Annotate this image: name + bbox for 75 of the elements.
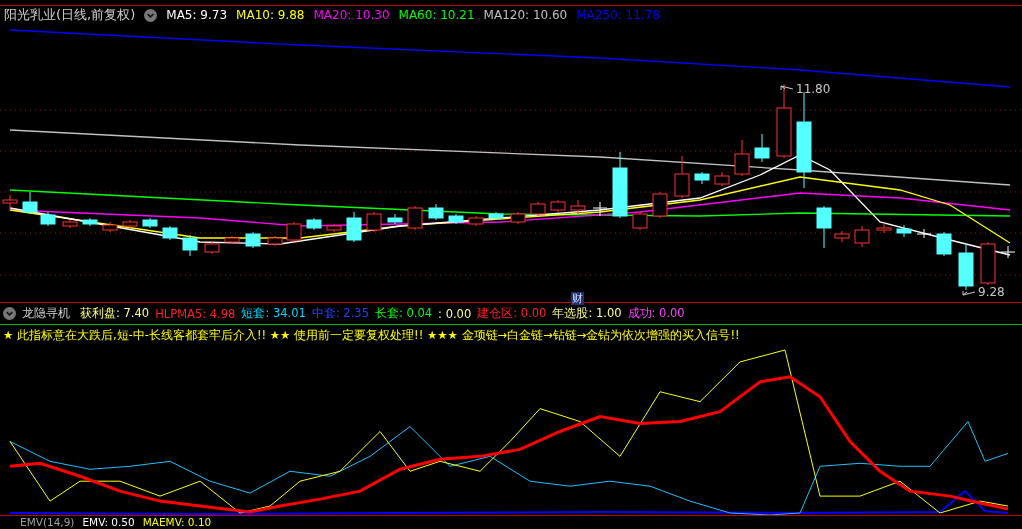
- candlestick: [468, 215, 484, 227]
- candlestick: [510, 211, 526, 225]
- candlestick: [612, 151, 628, 219]
- candlestick: [162, 225, 178, 241]
- candlestick: [754, 133, 770, 163]
- candlestick: [62, 219, 78, 229]
- indicator-value: 获利盘: 7.40: [80, 306, 150, 321]
- candlestick: [182, 234, 198, 257]
- candlestick: [267, 235, 283, 247]
- candlestick: [834, 230, 850, 243]
- finance-marker[interactable]: 财: [571, 292, 584, 305]
- candlestick: [550, 199, 566, 213]
- indicator-value: 中套: 2.35: [311, 306, 369, 321]
- candlestick: [876, 222, 892, 234]
- candlestick: [22, 191, 38, 215]
- candlestick: [896, 224, 912, 238]
- candlestick: [286, 221, 302, 243]
- emv-value: MAEMV: 0.10: [142, 516, 212, 529]
- candlestick: [488, 211, 504, 221]
- candlestick: [632, 211, 648, 231]
- candlestick: [1000, 245, 1016, 259]
- candlestick: [854, 225, 870, 248]
- candlestick: [714, 171, 730, 187]
- candlestick: [694, 171, 710, 185]
- dropdown-icon[interactable]: [144, 8, 158, 22]
- candlestick: [570, 199, 586, 215]
- candlestick: [980, 241, 996, 286]
- candlestick: [674, 155, 690, 199]
- price-low-label: 9.28: [978, 285, 1005, 299]
- candlestick: [407, 205, 423, 231]
- candlestick: [40, 211, 56, 227]
- indicator-value: 成功: 0.00: [627, 306, 685, 321]
- candlestick: [366, 211, 382, 233]
- moving-average-value: MA5: 9.73: [166, 8, 228, 22]
- indicator-value: : 0.00: [438, 306, 472, 321]
- candlestick: [306, 217, 322, 231]
- candlestick: [936, 231, 952, 257]
- candlestick: [816, 205, 832, 249]
- candlestick: [428, 203, 444, 221]
- moving-average-value: MA60: 10.21: [398, 8, 475, 22]
- indicator-value: 建仓区: 0.00: [477, 306, 547, 321]
- indicator-value: HLPMA5: 4.98: [155, 306, 236, 321]
- stock-title: 阳光乳业(日线,前复权): [4, 6, 136, 24]
- moving-average-value: MA10: 9.88: [236, 8, 305, 22]
- indicator-notice: ★ 此指标意在大跌后,短-中-长线客都套牢后介入!! ★★ 使用前一定要复权处理!! ★★★ 金项链→白金链→钻链→金钻为依次增强的买入信号!!: [3, 328, 740, 342]
- candlestick: [326, 223, 342, 233]
- indicator-value: 短套: 34.01: [241, 306, 306, 321]
- candlestick: [448, 213, 464, 225]
- candlestick: [592, 201, 608, 217]
- candlestick: [224, 235, 240, 245]
- candlestick: [142, 217, 158, 229]
- indicator-value: 长套: 0.04: [374, 306, 433, 321]
- emv-value: EMV: 0.50: [82, 516, 135, 529]
- dropdown-icon[interactable]: [3, 307, 16, 320]
- candlestick: [102, 221, 118, 233]
- moving-average-value: MA20: 10.30: [313, 8, 390, 22]
- leader-arrow-icon: [962, 288, 976, 296]
- candlestick: [346, 211, 362, 243]
- candlestick: [652, 191, 668, 219]
- price-high-label: 11.80: [796, 82, 831, 96]
- candlestick: [245, 231, 261, 249]
- candlestick: [122, 219, 138, 229]
- moving-average-value: MA250: 11.78: [576, 8, 660, 22]
- moving-average-value: MA120: 10.60: [483, 8, 568, 22]
- candlestick: [204, 241, 220, 255]
- candlestick: [958, 243, 974, 291]
- candlestick: [387, 213, 403, 225]
- candlestick: [82, 217, 98, 227]
- candlestick: [734, 139, 750, 177]
- emv-value: EMV(14,9): [20, 516, 75, 529]
- candlestick: [530, 201, 546, 217]
- candlestick: [916, 228, 932, 239]
- leader-arrow-icon: [780, 85, 794, 93]
- indicator-value: 年选股: 1.00: [552, 306, 622, 321]
- indicator-name: 龙隐寻机: [22, 306, 70, 321]
